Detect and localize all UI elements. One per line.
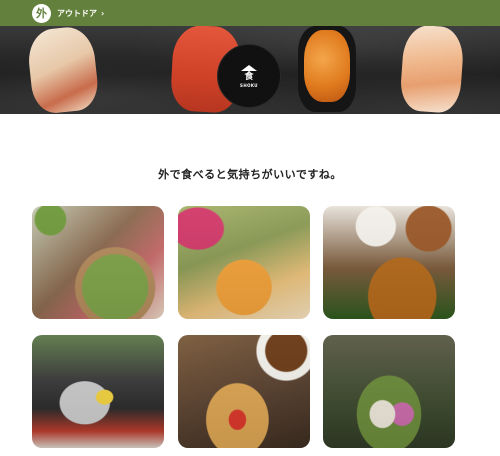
photo-tile-waffle-strawberry[interactable]	[178, 335, 310, 448]
category-label: アウトドア	[57, 8, 97, 18]
photo-tile-mango-shaved-ice[interactable]	[178, 206, 310, 319]
chevron-right-icon: ›	[101, 8, 105, 18]
site-logo[interactable]: 外	[32, 3, 51, 23]
photo-tile-barbecue-grill[interactable]	[32, 335, 164, 448]
hero-banner: 食 SHOKU	[0, 26, 500, 114]
photo-tile-matcha[interactable]	[32, 206, 164, 319]
category-link[interactable]: アウトドア ›	[57, 8, 104, 19]
badge-kanji: 食	[244, 71, 254, 82]
sushi-uni-image	[298, 26, 356, 112]
sushi-tai-image	[399, 26, 465, 114]
house-icon	[241, 64, 257, 71]
top-bar: 外 アウトドア ›	[0, 0, 500, 26]
page-heading: 外で食べると気持ちがいいですね。	[158, 168, 342, 181]
photo-tile-curry-skewers[interactable]	[323, 206, 455, 319]
badge-subtitle: SHOKU	[240, 82, 258, 88]
photo-tile-bento-box[interactable]	[323, 335, 455, 448]
category-badge: 食 SHOKU	[217, 44, 281, 108]
